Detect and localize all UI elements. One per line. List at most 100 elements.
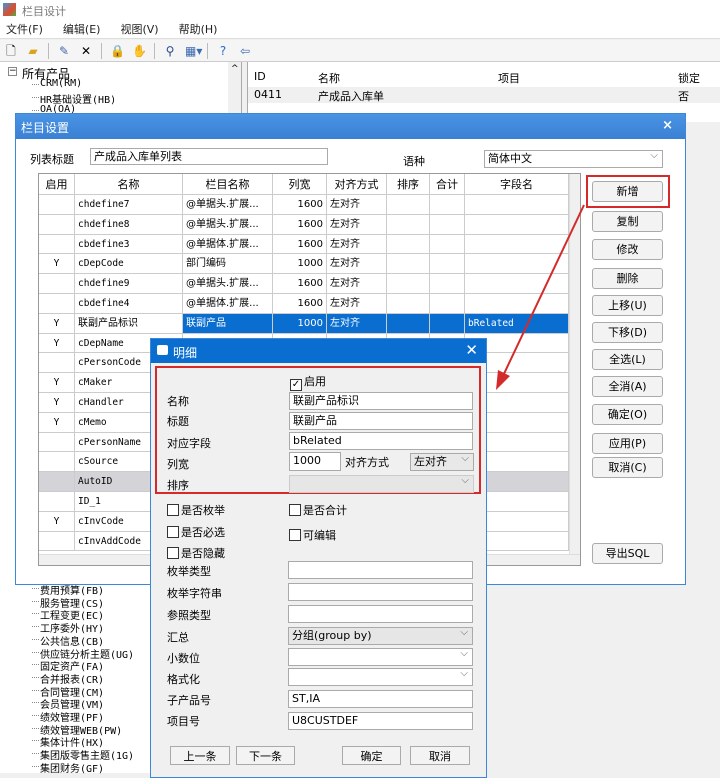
editable-checkbox[interactable]: 可编辑 [289,527,336,543]
required-checkbox-label: 是否必选 [181,526,225,539]
app-icon [3,3,16,16]
table-row[interactable]: YcDepCode 部门编码 1000 左对齐 [39,254,569,275]
language-select[interactable]: 简体中文 [484,150,663,168]
grid-header-caption[interactable]: 栏目名称 [183,174,273,195]
cell-enabled [39,432,75,453]
sum-checkbox-label: 是否合计 [303,504,347,517]
field-input[interactable]: bRelated [289,432,473,450]
grid-header-field[interactable]: 字段名 [465,174,569,195]
help-icon[interactable]: ? [216,44,230,58]
open-icon[interactable]: ▰ [26,44,40,58]
layout-icon[interactable]: ▦▾ [185,44,202,58]
export-sql-button[interactable]: 导出SQL [592,543,663,564]
new-icon[interactable]: 🗋 [4,44,18,58]
menu-view[interactable]: 视图(V) [120,23,158,36]
table-row[interactable]: chdefine9 @单据头.扩展... 1600 左对齐 [39,274,569,294]
apply-button[interactable]: 应用(P) [592,433,663,454]
enum-checkbox-label: 是否枚举 [181,504,225,517]
cell-sort [387,294,430,314]
hidden-checkbox[interactable]: 是否隐藏 [167,545,225,561]
grid-header: 启用 名称 栏目名称 列宽 对齐方式 排序 合计 字段名 [39,174,569,195]
ref-type-label: 参照类型 [167,609,211,622]
settings-title: 栏目设置 [21,121,70,135]
modify-button[interactable]: 修改 [592,239,663,260]
cancel-button[interactable]: 取消(C) [592,457,663,478]
required-checkbox[interactable]: 是否必选 [167,524,225,540]
cell-sort [387,254,430,275]
sum-checkbox[interactable]: 是否合计 [289,502,347,518]
grid-header-name[interactable]: 名称 [75,174,183,195]
summary-select[interactable]: 分组(group by) [288,627,473,645]
align-select[interactable]: 左对齐 [410,453,474,471]
deselect-all-button[interactable]: 全消(A) [592,376,663,397]
item-input[interactable]: U8CUSTDEF [288,712,473,730]
confirm-button[interactable]: 确定(O) [592,404,663,425]
cell-align: 左对齐 [327,294,387,314]
table-row[interactable]: cbdefine4 @单据体.扩展... 1600 左对齐 [39,294,569,314]
name-input[interactable]: 联副产品标识 [289,392,473,410]
list-header-id[interactable]: ID [254,70,266,83]
menu-help[interactable]: 帮助(H) [179,23,218,36]
delete-button[interactable]: 删除 [592,268,663,289]
lock-icon[interactable]: 🔒 [110,44,125,58]
move-down-button[interactable]: 下移(D) [592,322,663,343]
enum-string-input[interactable] [288,583,473,601]
list-header-item[interactable]: 项目 [498,70,520,86]
width-input[interactable]: 1000 [289,452,341,471]
table-row[interactable]: Y 联副产品标识 联副产品 1000 左对齐 bRelated [39,313,569,334]
exit-icon[interactable]: ⇦ [238,44,252,58]
grid-header-sum[interactable]: 合计 [430,174,465,195]
table-row[interactable]: chdefine8 @单据头.扩展... 1600 左对齐 [39,214,569,235]
next-button[interactable]: 下一条 [236,746,295,765]
prev-button[interactable]: 上一条 [170,746,230,765]
cancel-button[interactable]: 取消 [410,746,470,765]
tree-item[interactable]: CRM(RM) [31,78,82,89]
decimals-label: 小数位 [167,652,200,665]
cell-field [465,254,569,275]
close-icon[interactable]: × [662,118,673,133]
unlock-icon[interactable]: ✋ [132,44,147,58]
edit-icon[interactable]: ✎ [57,44,71,58]
cell-enabled: Y [39,373,75,393]
move-up-button[interactable]: 上移(U) [592,295,663,316]
copy-button[interactable]: 复制 [592,211,663,232]
ref-type-input[interactable] [288,605,473,623]
list-title-input[interactable]: 产成品入库单列表 [90,148,328,165]
table-row[interactable]: cbdefine3 @单据体.扩展... 1600 左对齐 [39,234,569,255]
enum-type-input[interactable] [288,561,473,579]
grid-header-width[interactable]: 列宽 [273,174,327,195]
delete-icon[interactable]: ✕ [79,44,93,58]
width-label: 列宽 [167,458,189,471]
ok-button[interactable]: 确定 [342,746,401,765]
sort-select[interactable] [289,475,474,493]
caption-input[interactable]: 联副产品 [289,412,473,430]
toolbar: 🗋 ▰ ✎ ✕ 🔒 ✋ ⚲ ▦▾ ? ⇦ [0,40,720,62]
find-icon[interactable]: ⚲ [163,44,177,58]
list-header-name[interactable]: 名称 [318,70,340,86]
cell-enabled [39,472,75,492]
cell-enabled: Y [39,393,75,413]
cell-align: 左对齐 [327,234,387,255]
close-icon[interactable]: ✕ [465,341,478,359]
subproduct-input[interactable]: ST,IA [288,690,473,708]
select-all-button[interactable]: 全选(L) [592,349,663,370]
grid-header-align[interactable]: 对齐方式 [327,174,387,195]
decimals-select[interactable] [288,648,473,666]
menu-edit[interactable]: 编辑(E) [63,23,101,36]
list-header-locked[interactable]: 锁定 [678,70,700,86]
enum-checkbox[interactable]: 是否枚举 [167,502,225,518]
align-label: 对齐方式 [345,456,389,469]
name-label: 名称 [167,395,189,408]
menu-file[interactable]: 文件(F) [6,23,43,36]
enum-string-label: 枚举字符串 [167,587,222,600]
table-row[interactable]: chdefine7 @单据头.扩展... 1600 左对齐 [39,195,569,215]
cell-caption: @单据头.扩展... [183,195,273,215]
list-row[interactable]: 0411 产成品入库单 否 [248,87,720,103]
grid-header-sort[interactable]: 排序 [387,174,430,195]
tree-collapse-icon[interactable]: − [8,67,17,76]
grid-header-enabled[interactable]: 启用 [39,174,75,195]
enabled-checkbox[interactable]: ✓ 启用 [290,373,326,391]
cell-field: bRelated [465,313,569,334]
format-select[interactable] [288,668,473,686]
vertical-scrollbar[interactable] [569,174,580,554]
